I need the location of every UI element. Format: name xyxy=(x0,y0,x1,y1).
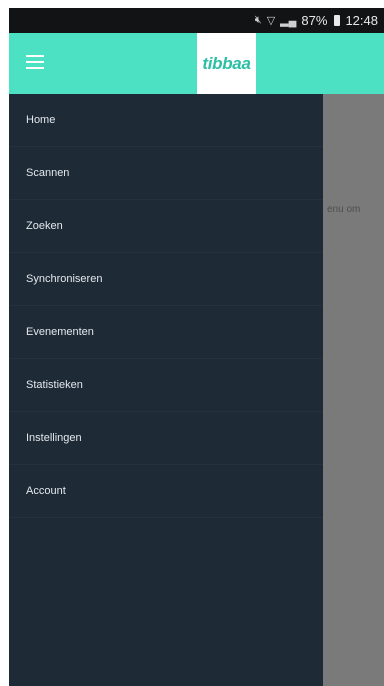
signal-icon: ▂▄ xyxy=(280,15,297,27)
menu-item-scannen[interactable]: Scannen xyxy=(9,147,323,200)
menu-item-zoeken[interactable]: Zoeken xyxy=(9,200,323,253)
menu-icon[interactable] xyxy=(26,55,44,69)
menu-item-instellingen[interactable]: Instellingen xyxy=(9,412,323,465)
phone-screen: 🔇︎ ▽ ▂▄ 87% 12:48 tibbaa enu om Home Sca… xyxy=(9,8,384,686)
menu-item-account[interactable]: Account xyxy=(9,465,323,518)
menu-item-synchroniseren[interactable]: Synchroniseren xyxy=(9,253,323,306)
status-bar: 🔇︎ ▽ ▂▄ 87% 12:48 xyxy=(9,8,384,33)
navigation-drawer: Home Scannen Zoeken Synchroniseren Evene… xyxy=(9,94,323,686)
menu-item-evenementen[interactable]: Evenementen xyxy=(9,306,323,359)
battery-icon xyxy=(334,15,341,26)
app-bar: tibbaa xyxy=(9,33,384,94)
logo-text: tibbaa xyxy=(202,53,251,73)
mute-icon: 🔇︎ xyxy=(254,14,262,26)
wifi-icon: ▽ xyxy=(266,15,276,27)
menu-item-statistieken[interactable]: Statistieken xyxy=(9,359,323,412)
background-text-fragment: enu om xyxy=(327,204,361,215)
clock: 12:48 xyxy=(345,13,378,28)
drawer-menu: Home Scannen Zoeken Synchroniseren Evene… xyxy=(9,94,323,518)
menu-item-home[interactable]: Home xyxy=(9,94,323,147)
battery-percent: 87% xyxy=(301,13,328,28)
app-logo: tibbaa xyxy=(197,33,256,94)
